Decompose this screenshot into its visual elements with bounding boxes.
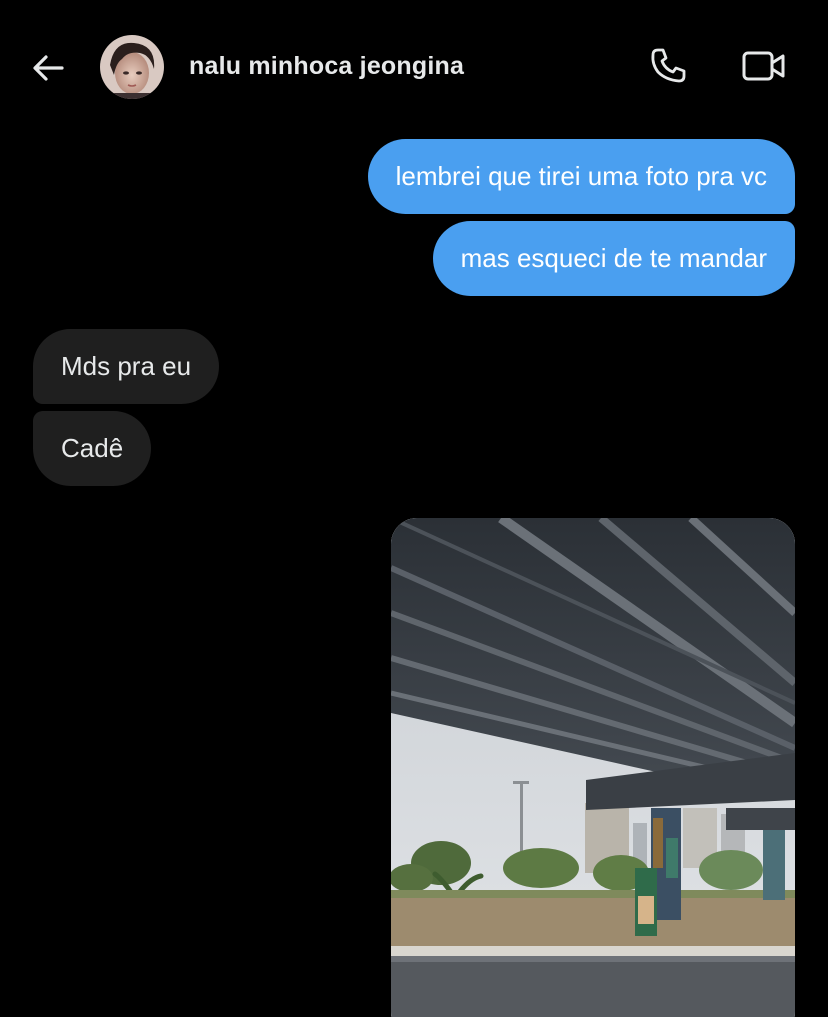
video-call-button[interactable]	[740, 44, 788, 88]
contact-name[interactable]: nalu minhoca jeongina	[189, 52, 464, 81]
message-bubble-received[interactable]: Cadê	[33, 411, 152, 486]
message-text: Cadê	[61, 433, 124, 463]
overpass-photo	[391, 518, 795, 1017]
back-button[interactable]	[26, 46, 70, 90]
message-bubble-sent[interactable]: lembrei que tirei uma foto pra vc	[367, 139, 795, 214]
video-camera-icon	[742, 51, 785, 81]
message-bubble-received[interactable]: Mds pra eu	[33, 329, 220, 404]
message-text: Mds pra eu	[61, 351, 192, 381]
message-text: lembrei que tirei uma foto pra vc	[395, 161, 767, 191]
conversation-header: nalu minhoca jeongina	[0, 0, 828, 132]
phone-icon	[651, 48, 686, 83]
message-bubble-sent[interactable]: mas esqueci de te mandar	[432, 221, 795, 296]
photo-message[interactable]	[391, 518, 795, 1017]
message-text: mas esqueci de te mandar	[460, 243, 767, 273]
arrow-left-icon	[33, 55, 64, 81]
voice-call-button[interactable]	[646, 44, 690, 88]
contact-avatar[interactable]	[100, 35, 164, 99]
dm-conversation-screen: nalu minhoca jeongina lembrei que tirei …	[0, 0, 828, 1017]
